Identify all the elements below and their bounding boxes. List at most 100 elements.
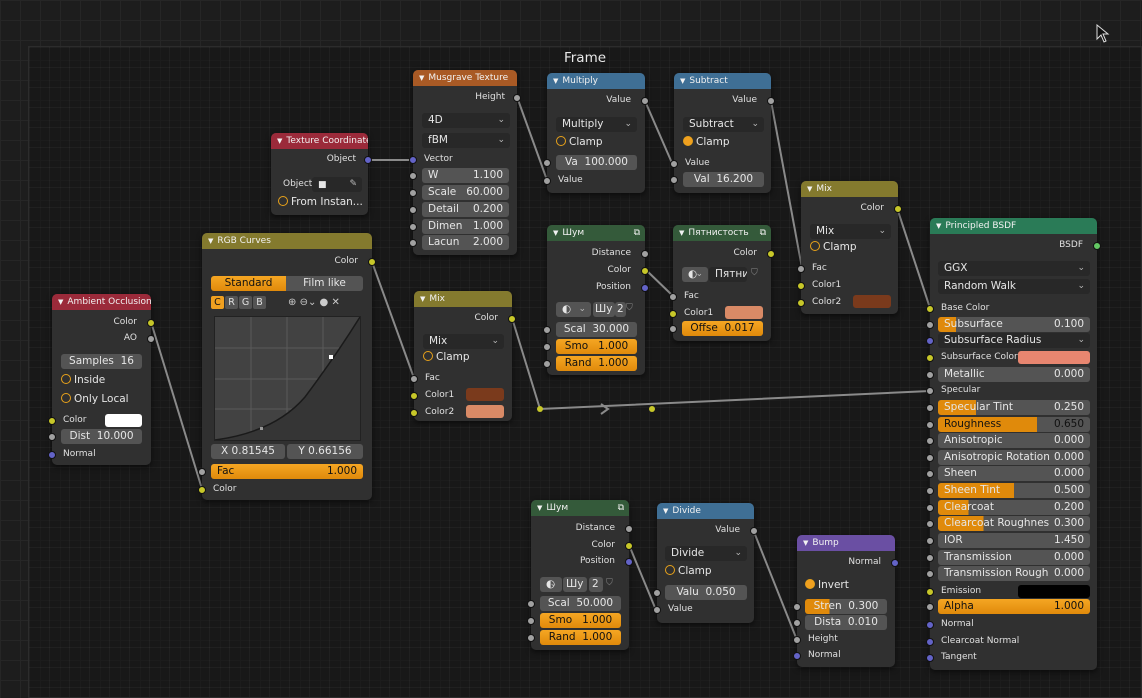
input-socket-w[interactable] bbox=[409, 172, 417, 180]
samples-field[interactable]: Samples 16 bbox=[61, 354, 142, 369]
sheen-field[interactable]: Sheen 0.000 bbox=[938, 466, 1090, 481]
math-subtract-node[interactable]: ▼ Subtract Value Subtract ⌄ Clamp Value Va… bbox=[670, 73, 775, 193]
collapse-icon[interactable]: ▼ bbox=[419, 74, 424, 82]
input-socket-alpha[interactable] bbox=[926, 603, 934, 611]
input-socket-scale[interactable] bbox=[543, 326, 551, 334]
metallic-field[interactable]: Metallic 0.000 bbox=[938, 367, 1090, 382]
output-socket-object[interactable] bbox=[364, 156, 372, 164]
input-socket-transmission-roughness[interactable] bbox=[926, 570, 934, 578]
alpha-field[interactable]: Alpha 1.000 bbox=[938, 599, 1090, 614]
texture-coordinate-node[interactable]: ▼ Texture Coordinate Object Object: ■ ✎ Fr… bbox=[271, 133, 372, 215]
from-instancer-checkbox[interactable]: From Instan... bbox=[278, 196, 363, 208]
input-socket-value-a[interactable] bbox=[670, 160, 678, 168]
input-socket-smoothness[interactable] bbox=[543, 343, 551, 351]
subsurface-radius-dropdown[interactable]: Subsurface Radius ⌄ bbox=[938, 333, 1090, 348]
tab-standard[interactable]: Standard bbox=[211, 276, 286, 291]
chevron-down-icon[interactable]: ⌄ bbox=[308, 297, 316, 308]
node-header[interactable]: ▼ Шум ⧉ bbox=[531, 500, 629, 516]
reset-icon[interactable]: ✕ bbox=[331, 297, 339, 308]
input-socket-randomness[interactable] bbox=[527, 634, 535, 642]
clamp-checkbox[interactable]: Clamp bbox=[423, 351, 470, 363]
scale-field[interactable]: Scale 60.000 bbox=[422, 185, 509, 200]
preview-icon[interactable]: ⧉ bbox=[618, 500, 624, 516]
input-socket-metallic[interactable] bbox=[926, 371, 934, 379]
color2-swatch[interactable] bbox=[466, 405, 504, 418]
x-coordinate-field[interactable]: X 0.81545 bbox=[211, 444, 285, 459]
output-socket-height[interactable] bbox=[513, 94, 521, 102]
channel-c-button[interactable]: C bbox=[211, 296, 224, 309]
texture-space-dropdown[interactable]: ◐ ⌄ bbox=[540, 577, 562, 592]
collapse-icon[interactable]: ▼ bbox=[680, 77, 685, 85]
input-socket-normal[interactable] bbox=[793, 652, 801, 660]
input-socket-sheen-tint[interactable] bbox=[926, 487, 934, 495]
spot-texture-node[interactable]: ▼ Пятнистость ⧉ Color ◐ ⌄ Пятни ⛉ Fac Color… bbox=[669, 225, 775, 341]
output-socket-distance[interactable] bbox=[641, 250, 649, 258]
value-field[interactable]: Valu 0.050 bbox=[665, 585, 747, 600]
color1-swatch[interactable] bbox=[725, 306, 763, 319]
channel-b-button[interactable]: B bbox=[253, 296, 266, 309]
input-socket-value-a[interactable] bbox=[543, 159, 551, 167]
output-socket-distance[interactable] bbox=[625, 525, 633, 533]
input-socket-color[interactable] bbox=[48, 417, 56, 425]
output-socket-bsdf[interactable] bbox=[1093, 242, 1101, 250]
randomness-field[interactable]: Rand 1.000 bbox=[556, 356, 637, 371]
collapse-icon[interactable]: ▼ bbox=[553, 229, 558, 237]
lacunarity-field[interactable]: Lacun 2.000 bbox=[422, 235, 509, 250]
randomness-field[interactable]: Rand 1.000 bbox=[540, 630, 621, 645]
clamp-checkbox[interactable]: Clamp bbox=[665, 565, 712, 577]
curve-point[interactable] bbox=[260, 427, 263, 430]
color1-swatch[interactable] bbox=[466, 388, 504, 401]
input-socket-value-b[interactable] bbox=[543, 177, 551, 185]
mode-field[interactable]: Шу bbox=[563, 577, 587, 592]
node-header[interactable]: ▼ RGB Curves bbox=[202, 233, 372, 249]
ambient-occlusion-node[interactable]: ▼ Ambient Occlusion Color AO Samples 16 I… bbox=[48, 294, 155, 465]
input-socket-strength[interactable] bbox=[793, 603, 801, 611]
input-socket-value-b[interactable] bbox=[670, 176, 678, 184]
transmission-field[interactable]: Transmission 0.000 bbox=[938, 550, 1090, 565]
input-socket-clearcoat-roughness[interactable] bbox=[926, 520, 934, 528]
math-divide-node[interactable]: ▼ Divide Value Divide ⌄ Clamp Valu 0.050 V… bbox=[653, 503, 758, 623]
math-multiply-node[interactable]: ▼ Multiply Value Multiply ⌄ Clamp Va 100.0… bbox=[543, 73, 649, 193]
input-socket-distance[interactable] bbox=[48, 433, 56, 441]
value-field[interactable]: Va 100.000 bbox=[556, 155, 637, 170]
input-socket-fac[interactable] bbox=[797, 265, 805, 273]
collapse-icon[interactable]: ▼ bbox=[420, 295, 425, 303]
input-socket-subsurface-radius[interactable] bbox=[926, 337, 934, 345]
clearcoat-roughness-field[interactable]: Clearcoat Roughnes 0.300 bbox=[938, 516, 1090, 531]
node-header[interactable]: ▼ Multiply bbox=[547, 73, 645, 89]
noise-texture-node-2[interactable]: ▼ Шум ⧉ Distance Color Position ◐ ⌄ Шу 2 ⛉ … bbox=[527, 500, 633, 650]
ior-field[interactable]: IOR 1.450 bbox=[938, 533, 1090, 548]
rgb-curves-node[interactable]: ▼ RGB Curves Color Standard Film like CRG… bbox=[198, 233, 376, 500]
node-header[interactable]: ▼ Musgrave Texture bbox=[413, 70, 517, 86]
input-socket-specular-tint[interactable] bbox=[926, 404, 934, 412]
input-socket-color2[interactable] bbox=[410, 409, 418, 417]
distance-field[interactable]: Dista 0.010 bbox=[805, 615, 887, 630]
mode-field[interactable]: Пятни bbox=[709, 267, 747, 282]
subsurface-field[interactable]: Subsurface 0.100 bbox=[938, 317, 1090, 332]
input-socket-lacunarity[interactable] bbox=[409, 239, 417, 247]
noise-texture-node[interactable]: ▼ Шум ⧉ Distance Color Position ◐ ⌄ Шу 2 ⛉ … bbox=[543, 225, 649, 375]
curve-graph[interactable] bbox=[214, 316, 361, 441]
collapse-icon[interactable]: ▼ bbox=[663, 507, 668, 515]
input-socket-detail[interactable] bbox=[409, 206, 417, 214]
preview-icon[interactable]: ⧉ bbox=[760, 225, 766, 241]
node-header[interactable]: ▼ Ambient Occlusion bbox=[52, 294, 151, 310]
operation-dropdown[interactable]: Divide ⌄ bbox=[665, 546, 747, 561]
color-swatch[interactable] bbox=[105, 414, 142, 427]
clamp-checkbox[interactable]: Clamp bbox=[683, 136, 730, 148]
collapse-icon[interactable]: ▼ bbox=[277, 137, 282, 145]
subsurface-color-swatch[interactable] bbox=[1018, 351, 1090, 364]
clamp-checkbox[interactable]: Clamp bbox=[810, 241, 857, 253]
zoom-in-icon[interactable]: ⊕ bbox=[288, 297, 296, 308]
mix-rgb-node[interactable]: ▼ Mix Color Mix ⌄ Clamp Fac Color1 Color2 bbox=[410, 291, 516, 421]
eyedropper-icon[interactable]: ✎ bbox=[349, 177, 357, 192]
preview-icon[interactable]: ⧉ bbox=[634, 225, 640, 241]
input-socket-fac[interactable] bbox=[410, 375, 418, 383]
output-socket-color[interactable] bbox=[508, 315, 516, 323]
scale-field[interactable]: Scal 50.000 bbox=[540, 596, 621, 611]
node-header[interactable]: ▼ Пятнистость ⧉ bbox=[673, 225, 771, 241]
node-header[interactable]: ▼ Divide bbox=[657, 503, 754, 519]
subsurface-method-dropdown[interactable]: Random Walk ⌄ bbox=[938, 279, 1090, 294]
output-socket-color[interactable] bbox=[767, 250, 775, 258]
input-socket-color[interactable] bbox=[198, 486, 206, 494]
